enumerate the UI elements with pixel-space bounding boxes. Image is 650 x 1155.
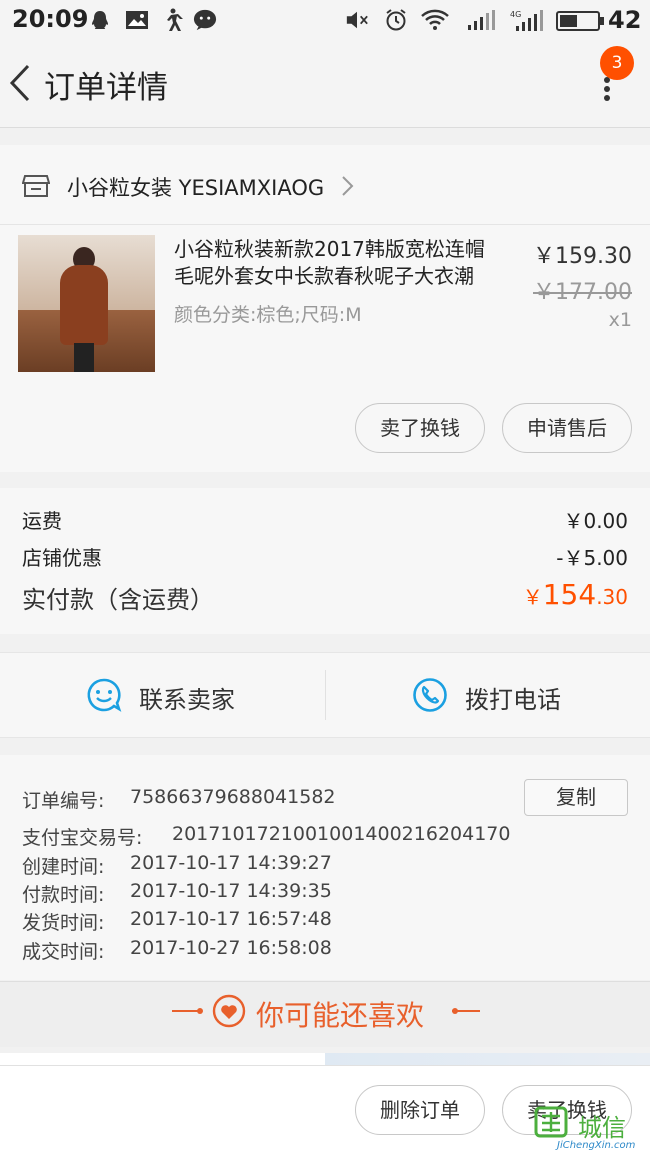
image-icon: [125, 8, 149, 32]
watermark-text: 城信: [578, 1114, 626, 1142]
signal-4g-icon: 4G: [510, 8, 546, 32]
mute-icon: [345, 8, 369, 32]
shop-icon: [21, 172, 51, 200]
paid-total-label: 实付款（含运费）: [22, 586, 214, 614]
paid-time-value: 2017-10-17 14:39:35: [130, 880, 332, 902]
watermark-logo-icon: [534, 1106, 574, 1138]
alipay-trade-label: 支付宝交易号:: [22, 827, 143, 849]
recommend-left-dot: [197, 1008, 203, 1014]
watermark-url: JiChengXin.com: [557, 1140, 636, 1151]
recommend-right-line: [452, 1010, 480, 1012]
order-number-value: 75866379688041582: [130, 786, 336, 808]
recommend-title: 你可能还喜欢: [256, 999, 425, 1032]
order-number-label: 订单编号:: [22, 790, 105, 812]
chevron-right-icon: [340, 174, 356, 198]
closed-time-value: 2017-10-27 16:58:08: [130, 937, 332, 959]
alipay-trade-value: 2017101721001001400216204170: [172, 823, 511, 845]
paid-integer: 154: [542, 578, 597, 611]
phone-icon: [412, 677, 448, 713]
walk-icon: [160, 8, 184, 32]
product-title-line1: 小谷粒秋装新款2017韩版宽松连帽: [174, 237, 485, 261]
page-title: 订单详情: [44, 70, 168, 106]
discount-label: 店铺优惠: [22, 546, 102, 570]
product-title[interactable]: 小谷粒秋装新款2017韩版宽松连帽 毛呢外套女中长款春秋呢子大衣潮: [174, 236, 514, 290]
wifi-icon: [420, 8, 450, 32]
product-thumbnail[interactable]: [18, 235, 155, 372]
call-phone-button[interactable]: 拨打电话: [465, 680, 561, 715]
paid-decimal: .30: [596, 585, 628, 609]
qq-icon: [88, 8, 112, 32]
recommend-content-strip: [0, 1053, 650, 1065]
paid-total-value: ￥154.30: [428, 578, 628, 611]
shipped-time-value: 2017-10-17 16:57:48: [130, 908, 332, 930]
contact-divider: [325, 670, 326, 720]
battery-icon: [556, 11, 604, 31]
shipping-label: 运费: [22, 509, 62, 533]
product-sku: 颜色分类:棕色;尺码:M: [174, 304, 362, 326]
contact-seller-button[interactable]: 联系卖家: [139, 680, 235, 715]
shipped-time-label: 发货时间:: [22, 912, 105, 934]
shop-name[interactable]: 小谷粒女装 YESIAMXIAOG: [67, 172, 324, 202]
product-quantity: x1: [608, 309, 632, 331]
battery-percent: 42: [608, 6, 642, 34]
heart-icon: [212, 994, 246, 1028]
svg-text:4G: 4G: [510, 10, 521, 19]
copy-order-number-button[interactable]: 复制: [524, 779, 628, 816]
product-title-line2: 毛呢外套女中长款春秋呢子大衣潮: [174, 264, 474, 288]
sell-for-cash-button[interactable]: 卖了换钱: [355, 403, 485, 453]
shipping-value: ￥0.00: [563, 509, 628, 533]
chat-seller-icon: [86, 677, 122, 713]
chat-icon: [193, 8, 217, 32]
alarm-icon: [384, 8, 408, 32]
notification-badge: 3: [600, 46, 634, 80]
status-time: 20:09: [12, 5, 89, 33]
paid-currency: ￥: [522, 585, 543, 609]
created-time-label: 创建时间:: [22, 856, 105, 878]
after-sale-button[interactable]: 申请售后: [502, 403, 632, 453]
created-time-value: 2017-10-17 14:39:27: [130, 852, 332, 874]
signal-icon: [467, 8, 499, 32]
paid-time-label: 付款时间:: [22, 884, 105, 906]
product-price: ￥159.30: [533, 244, 632, 269]
product-original-price: ￥177.00: [533, 280, 632, 305]
back-arrow-icon[interactable]: [8, 62, 34, 104]
closed-time-label: 成交时间:: [22, 941, 105, 963]
discount-value: -￥5.00: [556, 546, 628, 570]
delete-order-button[interactable]: 删除订单: [355, 1085, 485, 1135]
